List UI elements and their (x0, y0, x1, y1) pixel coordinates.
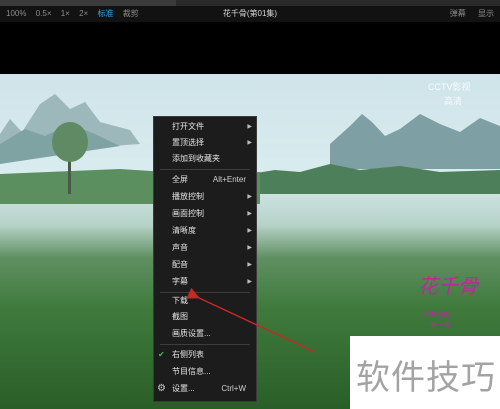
submenu-arrow-icon: ▶ (247, 228, 252, 234)
menu-separator (160, 169, 250, 170)
menu-item-dub[interactable]: 配音 ▶ (154, 258, 256, 272)
show-episode: 第一集 (430, 322, 451, 329)
menu-separator (160, 344, 250, 345)
player-toolbar: 100% 0.5× 1× 2× 标准 裁剪 花千骨(第01集) 弹幕 显示 (0, 6, 500, 22)
gear-icon: ⚙ (157, 383, 166, 394)
menu-item-clarity[interactable]: 清晰度 ▶ (154, 224, 256, 238)
menu-item-quality-settings[interactable]: 画质设置... (154, 327, 256, 341)
menu-item-play-control[interactable]: 播放控制 ▶ (154, 190, 256, 204)
channel-sub: 高清 (444, 96, 463, 106)
show-subtitle: 三生池边 (422, 312, 450, 319)
menu-item-right-list[interactable]: ✔ 右侧列表 (154, 348, 256, 362)
menu-item-audio[interactable]: 声音 ▶ (154, 241, 256, 255)
submenu-arrow-icon: ▶ (247, 279, 252, 285)
submenu-arrow-icon: ▶ (247, 124, 252, 130)
menu-item-add-favorite[interactable]: 添加到收藏夹 (154, 152, 256, 166)
fullscreen-shortcut: Alt+Enter (212, 175, 246, 184)
submenu-arrow-icon: ▶ (247, 194, 252, 200)
watermark-badge: 软件技巧 (350, 336, 500, 409)
watermark-text: 软件技巧 (356, 358, 496, 398)
danmaku-button[interactable]: 弹幕 (450, 9, 466, 18)
menu-item-download[interactable]: 下载 (154, 294, 256, 308)
submenu-arrow-icon: ▶ (247, 140, 252, 146)
menu-item-subtitle[interactable]: 字幕 ▶ (154, 275, 256, 289)
submenu-arrow-icon: ▶ (247, 211, 252, 217)
submenu-arrow-icon: ▶ (247, 245, 252, 251)
menu-item-screenshot[interactable]: 截图 (154, 310, 256, 324)
settings-shortcut: Ctrl+W (221, 384, 246, 393)
show-logo: 花千骨 (418, 274, 478, 298)
menu-item-program-info[interactable]: 节目信息... (154, 365, 256, 379)
context-menu: 打开文件 ▶ 置顶选择 ▶ 添加到收藏夹 全屏 Alt+Enter 播放控制 ▶ 画面控… (153, 116, 257, 402)
menu-item-screen-control[interactable]: 画面控制 ▶ (154, 207, 256, 221)
video-title: 花千骨(第01集) (222, 9, 278, 18)
toolbar-right: 弹幕 显示 (440, 6, 494, 22)
menu-item-top-select[interactable]: 置顶选择 ▶ (154, 136, 256, 150)
menu-separator (160, 292, 250, 293)
channel-logo: CCTV影视 (428, 82, 471, 92)
check-icon: ✔ (158, 350, 165, 359)
tree-icon (52, 122, 88, 194)
menu-item-settings[interactable]: ⚙ 设置... Ctrl+W (154, 382, 256, 396)
submenu-arrow-icon: ▶ (247, 262, 252, 268)
menu-item-open-file[interactable]: 打开文件 ▶ (154, 120, 256, 134)
display-button[interactable]: 显示 (478, 9, 494, 18)
menu-item-fullscreen[interactable]: 全屏 Alt+Enter (154, 173, 256, 187)
